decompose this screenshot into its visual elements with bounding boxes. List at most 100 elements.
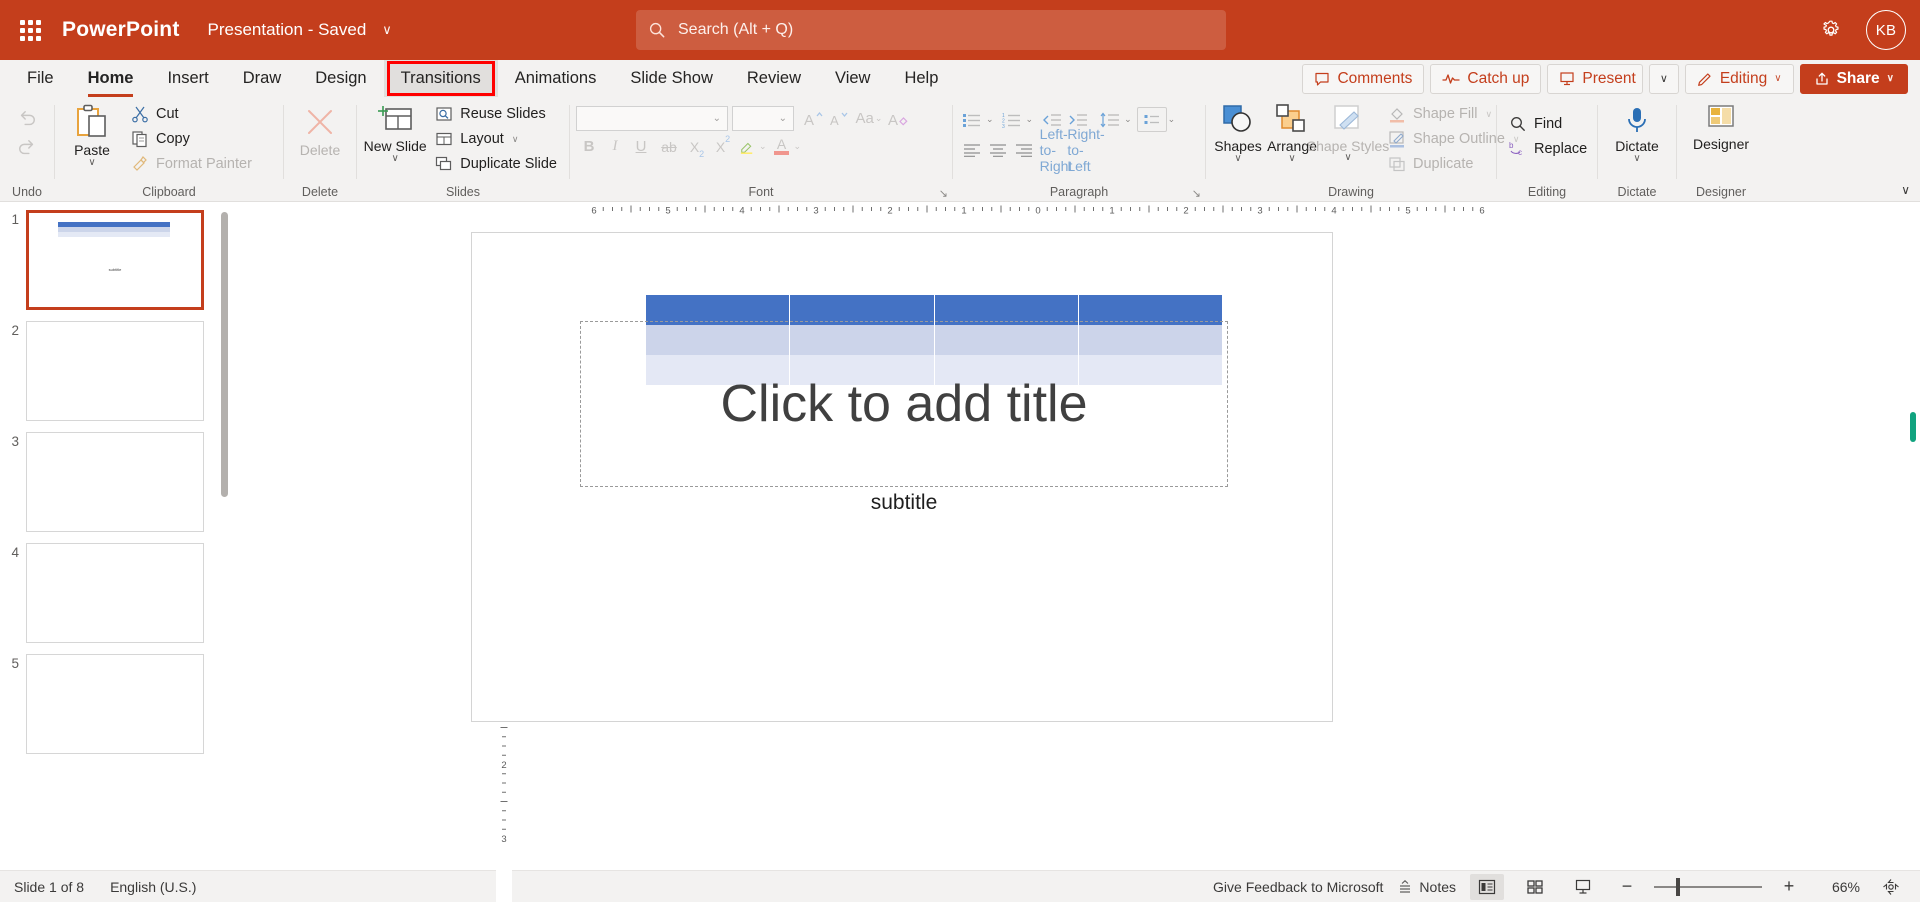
catch-up-button[interactable]: Catch up: [1430, 63, 1542, 94]
tab-help[interactable]: Help: [887, 60, 955, 97]
notes-button[interactable]: Notes: [1397, 879, 1456, 895]
subtitle-text[interactable]: subtitle: [580, 491, 1228, 515]
italic-button[interactable]: I: [602, 134, 628, 159]
superscript-button[interactable]: X2: [710, 134, 736, 159]
align-right-button[interactable]: [1011, 137, 1037, 162]
tab-slide-show[interactable]: Slide Show: [613, 60, 730, 97]
underline-button[interactable]: U: [628, 134, 654, 159]
chevron-down-icon[interactable]: ⌄: [986, 114, 994, 125]
share-button[interactable]: Share ∨: [1799, 63, 1908, 94]
clear-formatting-button[interactable]: A: [886, 106, 912, 131]
redo-button[interactable]: [14, 135, 40, 160]
align-left-button[interactable]: [959, 137, 985, 162]
paragraph-dialog-launcher[interactable]: ↘: [1192, 187, 1201, 200]
designer-button[interactable]: Designer: [1687, 100, 1755, 152]
font-color-button[interactable]: A: [771, 134, 793, 159]
bold-button[interactable]: B: [576, 134, 602, 159]
settings-button[interactable]: [1814, 13, 1848, 47]
feedback-link[interactable]: Give Feedback to Microsoft: [1213, 879, 1383, 895]
fit-slide-button[interactable]: [1874, 874, 1908, 900]
delete-button[interactable]: Delete: [294, 100, 346, 158]
font-dialog-launcher[interactable]: ↘: [939, 187, 948, 200]
normal-view-icon: [1478, 879, 1496, 894]
tab-file[interactable]: File: [10, 60, 71, 97]
svg-text:0: 0: [1035, 206, 1040, 217]
slide-thumbnail-1[interactable]: subtitle: [26, 210, 204, 310]
chevron-down-icon[interactable]: ⌄: [1124, 114, 1132, 125]
strikethrough-button[interactable]: ab: [654, 134, 684, 159]
find-button[interactable]: Find: [1503, 112, 1593, 136]
tab-review[interactable]: Review: [730, 60, 818, 97]
reading-view-button[interactable]: [1566, 874, 1600, 900]
arrange-button[interactable]: Arrange ∨: [1266, 100, 1318, 164]
slide-thumbnail-3[interactable]: [26, 432, 204, 532]
shape-styles-button[interactable]: Shape Styles ∨: [1307, 100, 1389, 163]
bullets-button[interactable]: [959, 107, 985, 132]
tab-transitions[interactable]: Transitions: [383, 60, 498, 97]
ribbon-group-clipboard: Paste ∨ Cut Copy Format Painter Clipboar…: [55, 97, 283, 201]
tab-draw[interactable]: Draw: [226, 60, 299, 97]
slide-thumbnail-2[interactable]: [26, 321, 204, 421]
format-painter-button[interactable]: Format Painter: [125, 152, 258, 176]
reuse-slides-button[interactable]: Reuse Slides: [429, 102, 563, 126]
increase-font-size-button[interactable]: A: [800, 106, 826, 131]
present-button[interactable]: Present: [1547, 63, 1643, 94]
document-title[interactable]: Presentation - Saved: [208, 20, 367, 40]
present-dropdown-button[interactable]: ∨: [1648, 63, 1679, 94]
slide-sorter-button[interactable]: [1518, 874, 1552, 900]
align-center-button[interactable]: [985, 137, 1011, 162]
app-launcher-button[interactable]: [8, 8, 52, 52]
editing-mode-button[interactable]: Editing ∨: [1684, 63, 1794, 94]
chevron-down-icon[interactable]: ⌄: [1168, 114, 1176, 125]
font-size-combo[interactable]: ⌄: [732, 106, 794, 131]
rtl-button[interactable]: Right-to-Left: [1067, 126, 1104, 174]
slide-thumbnail-pane: 1 subtitle 2 3 4 5: [0, 202, 238, 870]
tab-design[interactable]: Design: [298, 60, 383, 97]
copy-button[interactable]: Copy: [125, 127, 258, 151]
decrease-font-size-button[interactable]: A: [826, 106, 852, 131]
slide-thumbnail-4[interactable]: [26, 543, 204, 643]
slide-thumbnail-5[interactable]: [26, 654, 204, 754]
undo-button[interactable]: [14, 106, 40, 131]
collapse-ribbon-button[interactable]: ∨: [1901, 183, 1910, 197]
slide-count-label[interactable]: Slide 1 of 8: [14, 879, 84, 895]
columns-button[interactable]: [1136, 107, 1167, 132]
chevron-down-icon[interactable]: ⌄: [1026, 114, 1034, 125]
tab-animations[interactable]: Animations: [498, 60, 614, 97]
canvas-scrollbar[interactable]: [1910, 412, 1916, 442]
dictate-button[interactable]: Dictate ∨: [1609, 100, 1665, 164]
tab-view[interactable]: View: [818, 60, 887, 97]
replace-button[interactable]: b c Replace: [1503, 137, 1593, 161]
paste-button[interactable]: Paste ∨: [61, 100, 123, 168]
highlighter-icon: [740, 142, 753, 154]
tab-home[interactable]: Home: [71, 60, 151, 97]
search-input[interactable]: Search (Alt + Q): [636, 10, 1226, 50]
zoom-slider[interactable]: [1654, 877, 1762, 896]
zoom-in-button[interactable]: +: [1776, 874, 1802, 900]
language-label[interactable]: English (U.S.): [110, 879, 196, 895]
change-case-button[interactable]: Aa ⌄: [852, 106, 886, 131]
numbering-button[interactable]: 1 2 3: [999, 107, 1025, 132]
zoom-level-label[interactable]: 66%: [1816, 879, 1860, 895]
zoom-thumb[interactable]: [1676, 877, 1680, 896]
normal-view-button[interactable]: [1470, 873, 1504, 900]
new-slide-button[interactable]: New Slide ∨: [363, 100, 427, 164]
cut-button[interactable]: Cut: [125, 102, 258, 126]
comment-icon: [1315, 72, 1330, 86]
tab-insert[interactable]: Insert: [150, 60, 225, 97]
chevron-down-icon[interactable]: ∨: [382, 22, 392, 38]
user-avatar[interactable]: KB: [1866, 10, 1906, 50]
subscript-button[interactable]: X2: [684, 134, 710, 160]
text-highlight-button[interactable]: [736, 134, 758, 159]
slide-editing-surface[interactable]: Click to add title subtitle: [471, 232, 1333, 722]
layout-button[interactable]: Layout ∨: [429, 127, 563, 151]
zoom-out-button[interactable]: −: [1614, 874, 1640, 900]
font-name-combo[interactable]: ⌄: [576, 106, 728, 131]
duplicate-slide-button[interactable]: Duplicate Slide: [429, 152, 563, 176]
thumbnail-scrollbar[interactable]: [221, 212, 228, 497]
shapes-button[interactable]: Shapes ∨: [1212, 100, 1264, 164]
title-placeholder[interactable]: Click to add title: [580, 321, 1228, 487]
comments-button[interactable]: Comments: [1302, 63, 1425, 94]
ribbon-group-designer: Designer Designer: [1677, 97, 1765, 201]
format-painter-label: Format Painter: [156, 156, 252, 172]
